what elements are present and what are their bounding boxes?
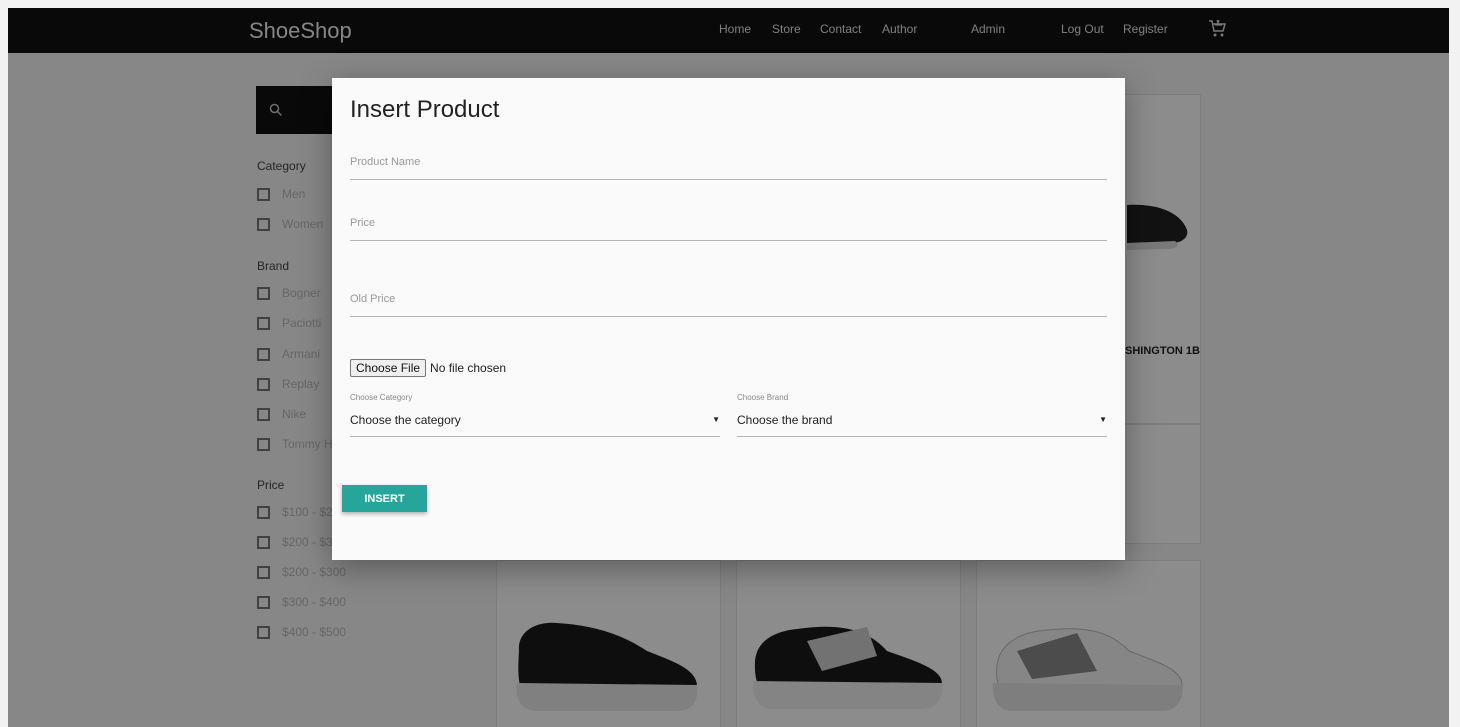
old-price-field[interactable]: Old Price [350, 293, 1107, 317]
price-field[interactable]: Price [350, 217, 1107, 241]
category-label: Choose Category [350, 393, 413, 402]
product-name-field[interactable]: Product Name [350, 156, 1107, 180]
app-frame: ShoeShop Home Store Contact Author Admin… [8, 8, 1449, 727]
category-value[interactable]: Choose the category [350, 413, 461, 427]
chevron-down-icon[interactable]: ▼ [712, 415, 720, 424]
category-select[interactable]: Choose Category Choose the category ▼ [350, 393, 720, 437]
brand-label: Choose Brand [737, 393, 789, 402]
price-input[interactable]: Price [350, 217, 1107, 239]
old-price-input[interactable]: Old Price [350, 293, 1107, 315]
choose-file-button[interactable]: Choose File [350, 359, 427, 377]
insert-product-modal: Insert Product Product Name Price Old Pr… [332, 78, 1125, 560]
insert-button[interactable]: INSERT [342, 485, 427, 512]
product-name-input[interactable]: Product Name [350, 156, 1107, 178]
file-upload-row: Choose File No file chosen [350, 359, 506, 377]
file-status: No file chosen [430, 361, 507, 375]
chevron-down-icon[interactable]: ▼ [1099, 415, 1107, 424]
brand-select[interactable]: Choose Brand Choose the brand ▼ [737, 393, 1107, 437]
modal-title: Insert Product [350, 96, 500, 123]
brand-value[interactable]: Choose the brand [737, 413, 832, 427]
